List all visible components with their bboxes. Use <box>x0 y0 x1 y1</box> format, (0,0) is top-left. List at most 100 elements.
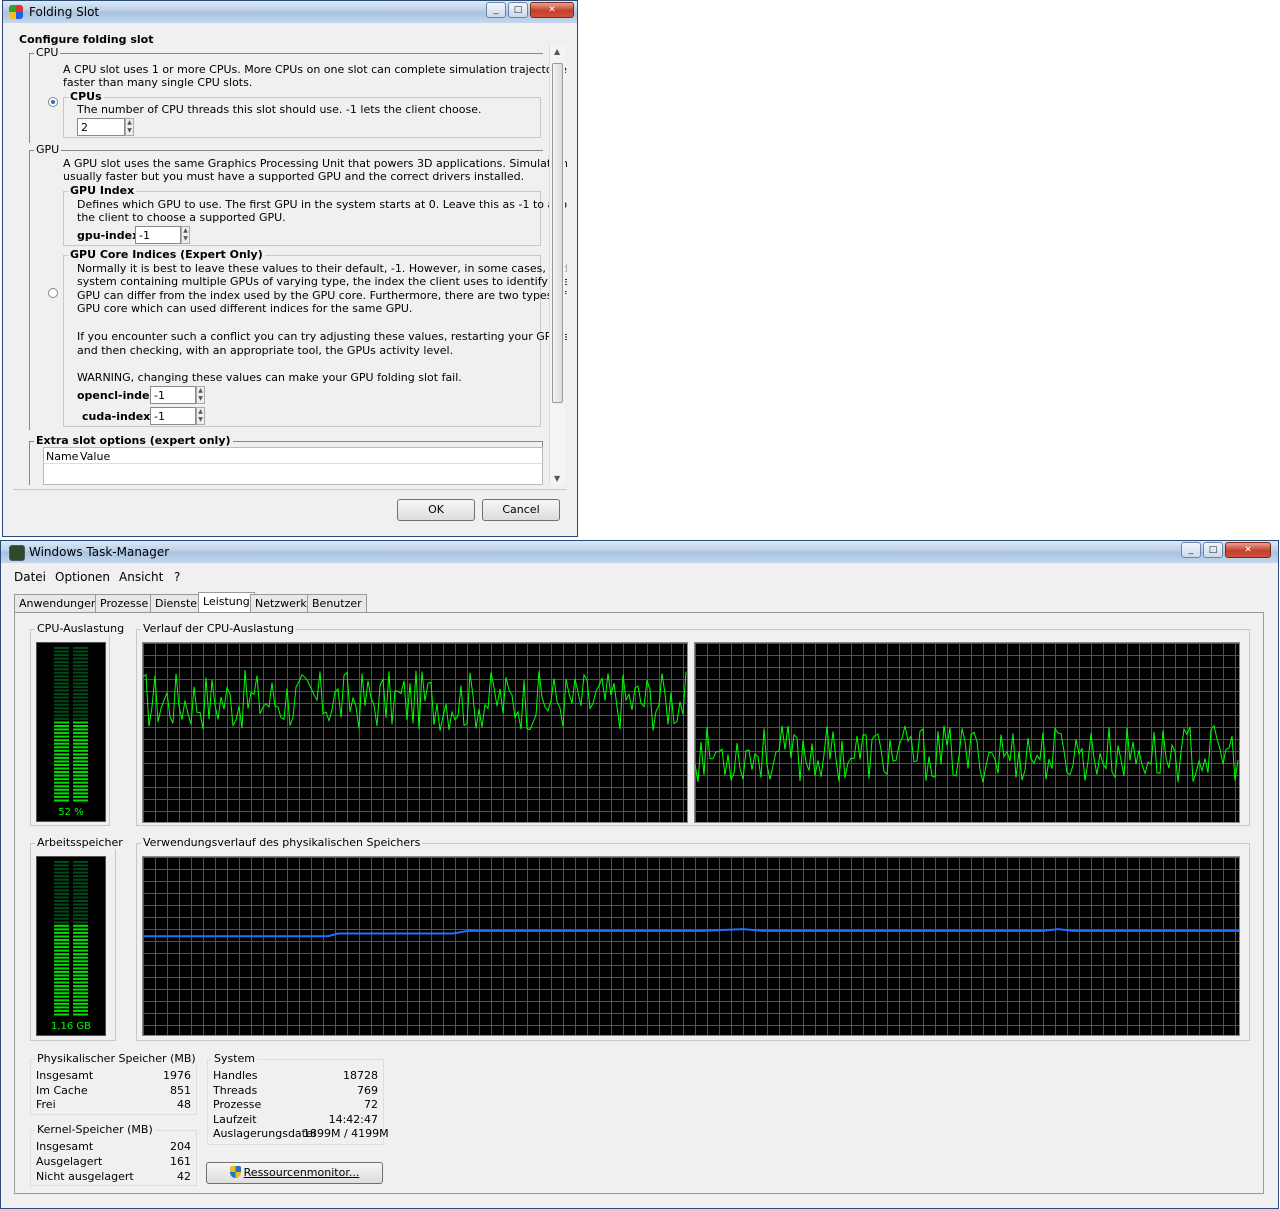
cpu-meter-segment <box>54 778 69 781</box>
opencl-index-spinner[interactable]: -1 ▲ ▼ <box>150 386 205 404</box>
cpu-meter-segment <box>54 650 69 653</box>
taskmgr-title-bar[interactable]: Windows Task-Manager _ □ ✕ <box>1 541 1278 563</box>
gpu-core-desc-4: GPU core which can used different indice… <box>77 302 413 315</box>
tab-leistung[interactable]: Leistung <box>198 592 255 613</box>
cpu-meter-segment <box>73 686 88 688</box>
cpu-meter-segment <box>73 732 88 735</box>
memory-meter-segment <box>54 1006 69 1009</box>
menu-ansicht[interactable]: Ansicht <box>119 570 163 584</box>
memory-meter-bars <box>54 861 88 1016</box>
cpu-meter-segment <box>54 753 69 756</box>
cpu-meter-segment <box>54 795 69 798</box>
cpu-meter-segment <box>54 756 69 759</box>
memory-meter-segment <box>54 882 69 885</box>
kernel-paged-label: Ausgelagert <box>36 1155 103 1168</box>
menu-optionen[interactable]: Optionen <box>55 570 110 584</box>
memory-meter-segment <box>73 871 88 874</box>
ok-button[interactable]: OK <box>397 499 475 521</box>
tab-benutzer[interactable]: Benutzer <box>307 594 367 612</box>
resource-monitor-label: Ressourcenmonitor... <box>243 1166 360 1179</box>
memory-meter-segment <box>54 935 69 938</box>
system-title: System <box>212 1052 258 1065</box>
cpu-meter-segment <box>54 732 69 735</box>
minimize-icon[interactable]: _ <box>486 2 506 18</box>
tab-prozesse[interactable]: Prozesse <box>95 594 154 612</box>
memory-meter-segment <box>73 861 88 863</box>
cancel-button[interactable]: Cancel <box>482 499 560 521</box>
cpu-meter-segment <box>73 799 88 802</box>
cpu-meter-segment <box>54 742 69 745</box>
memory-meter-segment <box>54 885 69 888</box>
memory-meter-segment <box>73 875 88 878</box>
cpus-spin-arrows-icon[interactable]: ▲ ▼ <box>125 118 134 136</box>
cpus-group-label: CPUs <box>68 90 104 103</box>
cpu-meter-segment <box>73 774 88 777</box>
gpu-desc-line2: usually faster but you must have a suppo… <box>63 170 525 183</box>
gpu-radio[interactable] <box>48 288 58 298</box>
memory-meter-segment <box>54 924 69 927</box>
memory-meter-segment <box>54 896 69 899</box>
memory-meter-segment <box>73 1013 88 1016</box>
cuda-index-spinner[interactable]: -1 ▲ ▼ <box>150 407 205 425</box>
close-icon[interactable]: ✕ <box>530 2 574 18</box>
cuda-spin-arrows-icon[interactable]: ▲ ▼ <box>196 407 205 425</box>
cpu-desc-line1: A CPU slot uses 1 or more CPUs. More CPU… <box>63 63 567 76</box>
shield-icon <box>229 1166 241 1178</box>
memory-value: 1,16 GB <box>50 1021 92 1032</box>
cpus-spinner[interactable]: 2 ▲ ▼ <box>77 118 134 136</box>
taskmgr-close-icon[interactable]: ✕ <box>1225 542 1271 558</box>
scroll-thumb[interactable] <box>552 63 563 403</box>
memory-meter-segment <box>54 978 69 980</box>
gpu-index-spin-arrows-icon[interactable]: ▲ ▼ <box>181 226 190 244</box>
cpu-history-line-1 <box>143 669 687 731</box>
cpu-meter-segment <box>73 746 88 749</box>
tab-netzwerk[interactable]: Netzwerk <box>250 594 312 612</box>
scroll-down-icon[interactable]: ▼ <box>554 474 560 483</box>
extra-header-name[interactable]: Name <box>46 450 78 463</box>
cpus-value: 2 <box>81 121 88 134</box>
cpu-radio[interactable] <box>48 97 58 107</box>
gpu-core-desc-2: system containing multiple GPUs of varyi… <box>77 275 567 288</box>
memory-meter-segment <box>73 928 88 931</box>
cpu-meter-segment <box>73 728 88 731</box>
extra-options-table[interactable]: Name Value <box>43 447 543 485</box>
extra-header-value[interactable]: Value <box>80 450 110 463</box>
tab-anwendungen[interactable]: Anwendungen <box>14 594 103 612</box>
memory-meter-segment <box>73 903 88 906</box>
extra-options-label: Extra slot options (expert only) <box>34 434 233 447</box>
memory-meter-segment <box>54 928 69 931</box>
memory-meter-segment <box>54 949 69 952</box>
cpu-meter-segment <box>54 771 69 774</box>
memory-meter-segment <box>73 995 88 998</box>
memory-meter-segment <box>54 999 69 1002</box>
memory-meter-segment <box>73 924 88 927</box>
folding-title-bar[interactable]: Folding Slot _ □ ✕ <box>3 1 577 23</box>
cpu-meter-segment <box>73 714 88 717</box>
memory-meter-segment <box>73 974 88 977</box>
cpu-meter-segment <box>73 696 88 699</box>
scroll-up-icon[interactable]: ▲ <box>554 47 560 56</box>
memory-meter-segment <box>73 900 88 902</box>
memory-meter-segment <box>54 868 69 871</box>
cpu-meter-segment <box>73 771 88 774</box>
gpu-core-desc-1: Normally it is best to leave these value… <box>77 262 567 275</box>
taskmgr-minimize-icon[interactable]: _ <box>1181 542 1201 558</box>
resource-monitor-button[interactable]: Ressourcenmonitor... <box>206 1162 383 1184</box>
cpu-meter-segment <box>54 671 69 674</box>
memory-meter-segment <box>54 921 69 924</box>
maximize-icon[interactable]: □ <box>508 2 528 18</box>
memory-meter-segment <box>54 864 69 867</box>
gpu-index-spinner[interactable]: -1 ▲ ▼ <box>135 226 190 244</box>
taskmgr-maximize-icon[interactable]: □ <box>1203 542 1223 558</box>
cpu-meter-segment <box>73 788 88 791</box>
cpu-meter-segment <box>54 781 69 784</box>
menu-help[interactable]: ? <box>174 570 180 584</box>
memory-meter-segment <box>54 903 69 906</box>
cpu-usage-value: 52 % <box>58 807 84 818</box>
cpu-meter-segment <box>54 693 69 696</box>
cpu-meter-segment <box>73 767 88 770</box>
dialog-scrollbar[interactable]: ▲ ▼ <box>549 45 565 485</box>
menu-datei[interactable]: Datei <box>14 570 46 584</box>
tab-dienste[interactable]: Dienste <box>150 594 203 612</box>
opencl-spin-arrows-icon[interactable]: ▲ ▼ <box>196 386 205 404</box>
